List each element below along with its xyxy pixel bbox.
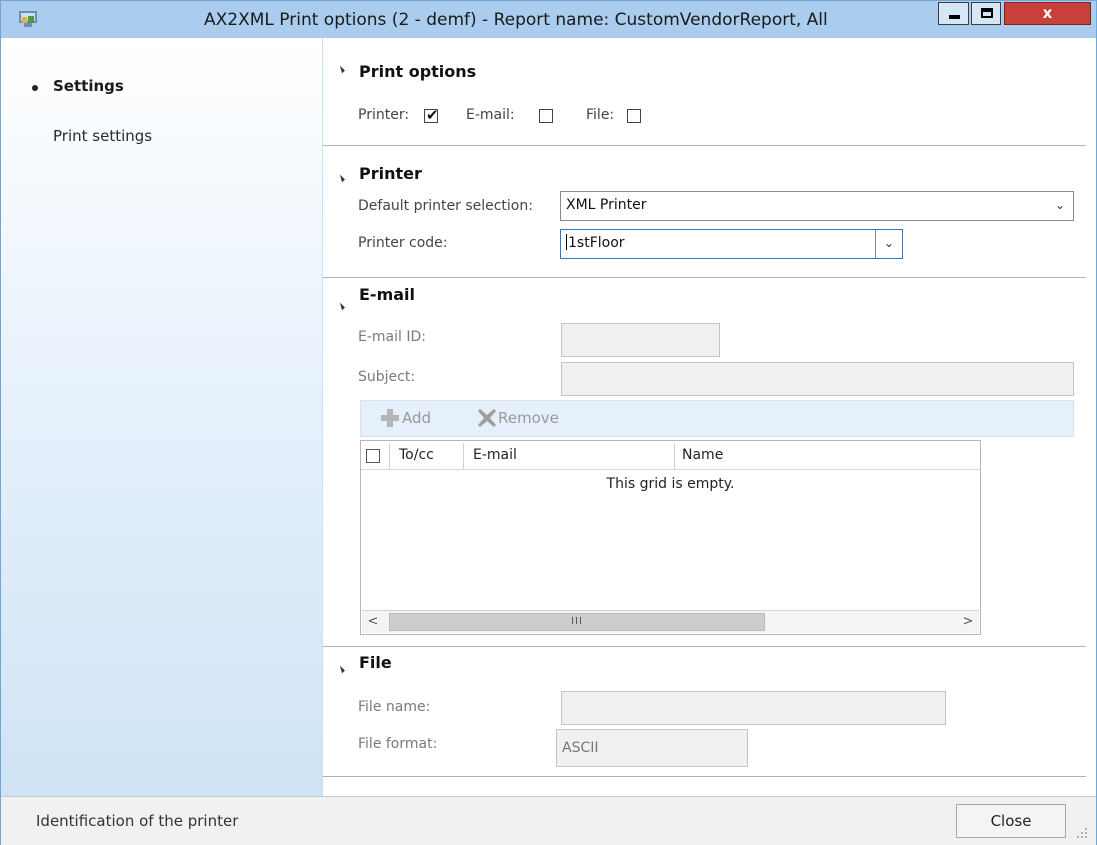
title-bar: AX2XML Print options (2 - demf) - Report… <box>1 1 1096 38</box>
close-icon: x <box>1042 4 1053 22</box>
close-window-button[interactable]: x <box>1004 2 1091 25</box>
scroll-left-icon[interactable]: < <box>362 611 384 633</box>
close-button[interactable]: Close <box>956 804 1066 838</box>
section-title-print-options: Print options <box>359 62 477 81</box>
file-checkbox[interactable] <box>627 109 641 123</box>
default-printer-value: XML Printer <box>566 197 647 213</box>
column-header-to-cc[interactable]: To/cc <box>399 441 434 469</box>
maximize-icon <box>981 8 993 18</box>
collapse-triangle-icon[interactable] <box>337 302 345 311</box>
default-printer-label: Default printer selection: <box>358 198 533 214</box>
window-title: AX2XML Print options (2 - demf) - Report… <box>204 10 828 30</box>
email-checkbox-label: E-mail: <box>466 107 515 123</box>
column-divider <box>674 443 675 469</box>
chevron-down-icon[interactable]: ⌄ <box>875 230 902 258</box>
horizontal-scrollbar[interactable]: < III > <box>362 610 979 633</box>
collapse-triangle-icon[interactable] <box>337 65 345 74</box>
collapse-triangle-icon[interactable] <box>337 665 345 674</box>
text-caret <box>566 234 567 250</box>
section-title-file: File <box>359 653 392 672</box>
nav-item-settings[interactable]: Settings <box>53 77 124 95</box>
app-icon <box>19 11 37 27</box>
recipients-grid: To/cc E-mail Name This grid is empty. < … <box>360 440 981 635</box>
chevron-down-icon[interactable]: ⌄ <box>1047 192 1073 220</box>
scroll-right-icon[interactable]: > <box>957 611 979 633</box>
printer-code-label: Printer code: <box>358 235 448 251</box>
section-divider <box>323 776 1086 777</box>
nav-item-print-settings[interactable]: Print settings <box>53 127 152 145</box>
header-divider <box>361 469 980 470</box>
section-divider <box>323 277 1086 278</box>
default-printer-select[interactable]: XML Printer ⌄ <box>560 191 1074 221</box>
email-id-field[interactable] <box>561 323 720 357</box>
column-header-email[interactable]: E-mail <box>473 441 517 469</box>
settings-nav: Settings Print settings <box>1 38 323 796</box>
active-bullet-icon <box>32 85 38 91</box>
section-title-email: E-mail <box>359 285 416 304</box>
email-id-label: E-mail ID: <box>358 329 426 345</box>
file-format-label: File format: <box>358 736 438 752</box>
section-divider <box>323 145 1086 146</box>
print-options-window: AX2XML Print options (2 - demf) - Report… <box>0 0 1097 845</box>
checkmark-icon: ✔ <box>426 106 439 124</box>
resize-grip-icon[interactable] <box>1073 824 1089 840</box>
status-help-text: Identification of the printer <box>36 812 239 830</box>
collapse-triangle-icon[interactable] <box>337 174 345 183</box>
printer-code-field[interactable]: 1stFloor ⌄ <box>560 229 903 259</box>
subject-label: Subject: <box>358 369 416 385</box>
column-header-name[interactable]: Name <box>682 441 723 469</box>
file-name-label: File name: <box>358 699 431 715</box>
section-divider <box>323 646 1086 647</box>
grid-empty-message: This grid is empty. <box>606 476 735 492</box>
add-icon <box>381 409 399 427</box>
file-format-field[interactable]: ASCII <box>556 729 748 767</box>
minimize-button[interactable] <box>938 2 969 25</box>
recipients-toolbar: Add Remove <box>360 400 1074 437</box>
scrollbar-thumb[interactable]: III <box>389 613 765 631</box>
subject-field[interactable] <box>561 362 1074 396</box>
file-checkbox-label: File: <box>586 107 615 123</box>
remove-icon <box>478 409 496 427</box>
column-divider <box>389 443 390 469</box>
select-all-checkbox[interactable] <box>366 449 380 463</box>
printer-code-value: 1stFloor <box>568 235 625 251</box>
file-name-field[interactable] <box>561 691 946 725</box>
printer-checkbox[interactable]: ✔ <box>424 106 439 124</box>
add-button[interactable]: Add <box>402 409 431 427</box>
column-divider <box>463 443 464 469</box>
status-bar: Identification of the printer Close <box>1 796 1096 845</box>
maximize-button[interactable] <box>971 2 1001 25</box>
section-title-printer: Printer <box>359 164 422 183</box>
content-pane: Print options Printer: ✔ E-mail: File: P… <box>323 38 1096 796</box>
minimize-icon <box>949 15 960 19</box>
printer-checkbox-label: Printer: <box>358 107 410 123</box>
email-checkbox[interactable] <box>539 109 553 123</box>
remove-button[interactable]: Remove <box>498 409 559 427</box>
